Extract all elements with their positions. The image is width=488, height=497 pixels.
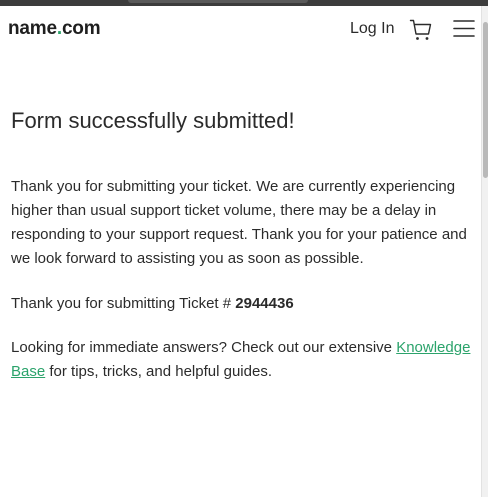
- page: name.com Log In Form successfully submit…: [0, 6, 481, 497]
- confirmation-content: Form successfully submitted! Thank you f…: [11, 106, 471, 384]
- help-text: Looking for immediate answers? Check out…: [11, 336, 471, 384]
- browser-tab-edge: [128, 0, 308, 3]
- ticket-label: Thank you for submitting Ticket #: [11, 295, 236, 312]
- scrollbar-thumb[interactable]: [483, 22, 488, 178]
- logo-suffix: com: [61, 18, 101, 39]
- confirmation-message: Thank you for submitting your ticket. We…: [11, 178, 467, 267]
- help-prefix: Looking for immediate answers? Check out…: [11, 339, 397, 356]
- menu-button[interactable]: [453, 19, 475, 39]
- ticket-number: 2944436: [235, 295, 294, 312]
- page-title: Form successfully submitted!: [11, 108, 295, 133]
- cart-icon: [409, 19, 432, 40]
- site-header: name.com Log In: [0, 6, 481, 52]
- help-suffix: for tips, tricks, and helpful guides.: [45, 363, 272, 380]
- page-scrollbar[interactable]: [481, 6, 488, 497]
- hamburger-menu-icon: [453, 20, 475, 37]
- ticket-confirmation: Thank you for submitting Ticket # 294443…: [11, 292, 471, 316]
- cart-button[interactable]: [409, 18, 433, 42]
- login-link[interactable]: Log In: [350, 20, 394, 38]
- site-logo[interactable]: name.com: [8, 18, 101, 40]
- logo-prefix: name: [8, 18, 57, 39]
